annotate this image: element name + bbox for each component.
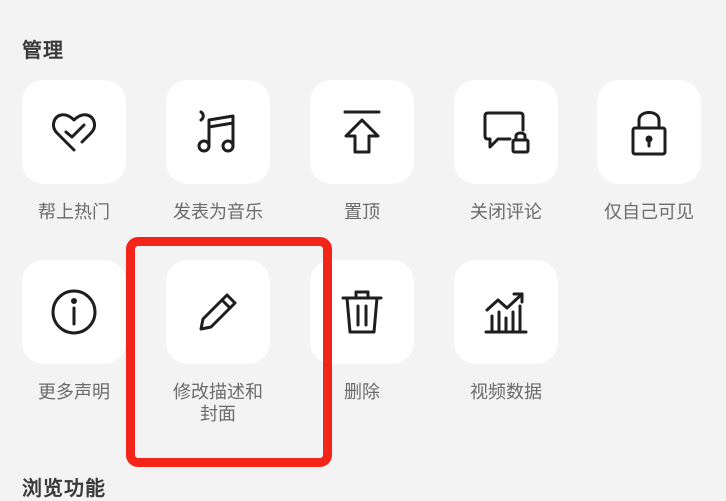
- action-tile[interactable]: [597, 80, 701, 184]
- action-tile[interactable]: [22, 260, 126, 364]
- action-private[interactable]: 仅自己可见: [597, 80, 701, 224]
- action-delete[interactable]: 删除: [310, 260, 414, 404]
- bar-chart-icon: [484, 292, 528, 334]
- comment-lock-icon: [483, 111, 530, 154]
- action-tile[interactable]: [166, 80, 270, 184]
- action-tile[interactable]: [310, 260, 414, 364]
- lock-icon: [631, 111, 667, 156]
- action-label: 仅自己可见: [604, 202, 694, 223]
- music-note-icon: [197, 110, 235, 153]
- action-more-statement[interactable]: 更多声明: [22, 260, 126, 404]
- action-promote[interactable]: 帮上热门: [22, 80, 126, 224]
- action-label: 视频数据: [470, 382, 542, 403]
- action-publish-music[interactable]: 发表为音乐: [166, 80, 270, 224]
- pencil-icon: [199, 293, 237, 331]
- action-label: 更多声明: [38, 382, 110, 403]
- info-icon: [51, 289, 97, 335]
- trash-icon: [341, 290, 383, 334]
- action-tile[interactable]: [22, 80, 126, 184]
- heart-promote-icon: [52, 113, 96, 152]
- pin-top-icon: [343, 110, 381, 154]
- section-title-manage: 管理: [22, 38, 64, 62]
- action-label: 删除: [344, 382, 380, 403]
- action-edit-description[interactable]: 修改描述和封面: [166, 260, 270, 426]
- action-tile[interactable]: [310, 80, 414, 184]
- action-label: 修改描述和封面: [173, 382, 263, 425]
- action-label: 关闭评论: [470, 202, 542, 223]
- action-label: 置顶: [344, 202, 380, 223]
- action-pin-top[interactable]: 置顶: [310, 80, 414, 224]
- action-label: 发表为音乐: [173, 202, 263, 223]
- action-tile[interactable]: [454, 260, 558, 364]
- action-tile[interactable]: [166, 260, 270, 364]
- action-video-data[interactable]: 视频数据: [454, 260, 558, 404]
- action-tile[interactable]: [454, 80, 558, 184]
- action-close-comments[interactable]: 关闭评论: [454, 80, 558, 224]
- action-label: 帮上热门: [38, 202, 110, 223]
- section-title-browse: 浏览功能: [22, 476, 106, 500]
